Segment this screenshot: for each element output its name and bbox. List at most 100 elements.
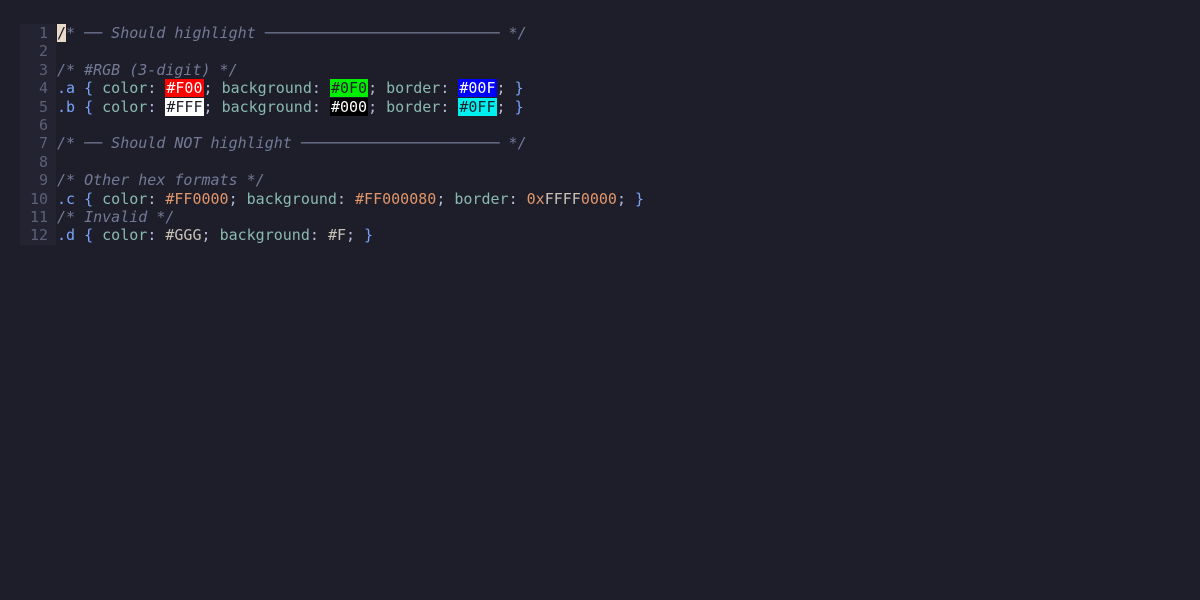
code-line[interactable]: 5 .b { color: #FFF; background: #000; bor… — [20, 97, 644, 116]
comment-token: /* #RGB (3-digit) */ — [57, 60, 238, 79]
color-swatch-highlight: #000 — [329, 97, 369, 116]
code-line[interactable]: 8 — [20, 153, 644, 171]
comment-token: * ── Should highlight ──────────────────… — [66, 24, 527, 42]
code-token: .a — [57, 79, 76, 98]
code-token: : — [440, 79, 459, 98]
code-line[interactable]: 6 — [20, 116, 644, 134]
code-token: color — [93, 97, 148, 116]
line-number: 4 — [38, 79, 48, 98]
line-number: 8 — [38, 152, 48, 171]
code-line[interactable]: 12 .d { color: #GGG; background: #F; } — [20, 226, 644, 244]
code-token: color — [93, 226, 148, 245]
code-token: } — [514, 97, 524, 116]
code-token: { — [84, 79, 94, 98]
code-text: /* #RGB (3-digit) */ — [57, 61, 238, 79]
code-text: /* Other hex formats */ — [57, 171, 265, 189]
code-token: : — [311, 79, 330, 98]
code-token: color — [93, 189, 148, 208]
code-line[interactable]: 2 — [20, 42, 644, 60]
line-number: 9 — [38, 171, 48, 190]
code-token: : — [336, 189, 356, 208]
code-token: } — [514, 79, 524, 98]
code-line[interactable]: 1 /* ── Should highlight ────────────────… — [20, 24, 644, 42]
line-number: 10 — [29, 189, 48, 208]
code-token: ; — [368, 97, 387, 116]
code-text: .b { color: #FFF; background: #000; bord… — [57, 97, 524, 116]
code-token: background — [221, 79, 312, 98]
color-swatch-highlight: #0FF — [458, 97, 497, 116]
code-lines[interactable]: 1 /* ── Should highlight ────────────────… — [20, 24, 644, 245]
comment-token: /* Invalid */ — [57, 207, 175, 226]
code-editor[interactable]: 1 /* ── Should highlight ────────────────… — [20, 24, 1200, 577]
code-token: #FF0000 — [165, 189, 229, 208]
code-token: ; — [496, 79, 515, 98]
code-token: border — [386, 79, 441, 98]
code-token: ; — [203, 97, 222, 116]
code-token: ; — [228, 189, 247, 208]
code-token: : — [440, 97, 459, 116]
code-text: /* ── Should NOT highlight ─────────────… — [57, 134, 527, 152]
code-text: /* ── Should highlight ─────────────────… — [57, 24, 527, 42]
code-token: ; — [346, 226, 365, 245]
line-number: 2 — [38, 42, 48, 61]
code-token: ; — [436, 189, 455, 208]
code-line[interactable]: 7 /* ── Should NOT highlight ────────────… — [20, 134, 644, 152]
code-text: /* Invalid */ — [57, 208, 174, 226]
color-swatch-highlight: #0F0 — [329, 79, 369, 98]
code-token: : — [309, 226, 328, 245]
code-token: border — [386, 97, 441, 116]
comment-token: /* Other hex formats */ — [57, 171, 265, 190]
code-token: : — [311, 97, 330, 116]
code-line[interactable]: 9 /* Other hex formats */ — [20, 171, 644, 189]
code-token: ; — [201, 226, 220, 245]
code-token: { — [84, 189, 94, 208]
line-number: 11 — [29, 207, 48, 226]
code-token: : — [147, 97, 166, 116]
code-line[interactable]: 11 /* Invalid */ — [20, 208, 644, 226]
code-text: .d { color: #GGG; background: #F; } — [57, 226, 373, 244]
code-line[interactable]: 4 .a { color: #F00; background: #0F0; bor… — [20, 79, 644, 98]
color-swatch-highlight: #FFF — [165, 97, 204, 116]
code-line[interactable]: 3 /* #RGB (3-digit) */ — [20, 61, 644, 79]
code-token: : — [147, 226, 166, 245]
code-token: { — [84, 97, 94, 116]
code-text: .a { color: #F00; background: #0F0; bord… — [57, 79, 524, 98]
code-token: ; — [496, 97, 515, 116]
code-token: ; — [616, 189, 635, 208]
code-token: .b — [57, 97, 76, 116]
line-number: 7 — [38, 134, 48, 153]
code-token: #FF000080 — [355, 189, 437, 208]
code-token: : — [508, 189, 527, 208]
comment-token: /* ── Should NOT highlight ─────────────… — [57, 134, 527, 153]
code-token: 0000 — [580, 189, 617, 208]
line-number: 1 — [38, 24, 48, 42]
line-number: 3 — [38, 60, 48, 79]
code-token: .c — [57, 189, 76, 208]
code-token: #GGG — [165, 226, 202, 245]
code-token: { — [84, 226, 94, 245]
line-number: 5 — [38, 97, 48, 116]
code-token: } — [364, 226, 374, 245]
code-line[interactable]: 10 .c { color: #FF0000; background: #FF00… — [20, 190, 644, 208]
color-swatch-highlight: #F00 — [165, 79, 204, 98]
code-token: : — [147, 79, 166, 98]
code-token: FFFF — [544, 189, 581, 208]
code-token: ; — [368, 79, 387, 98]
code-text: .c { color: #FF0000; background: #FF0000… — [57, 190, 644, 208]
code-token: background — [219, 226, 310, 245]
code-token: ; — [203, 79, 222, 98]
code-token: background — [246, 189, 337, 208]
text-cursor: / — [57, 24, 67, 42]
code-token: : — [147, 189, 166, 208]
code-token: #F — [327, 226, 346, 245]
code-token: color — [93, 79, 148, 98]
line-number: 6 — [38, 115, 48, 134]
code-token: 0x — [526, 189, 545, 208]
code-token: } — [635, 189, 645, 208]
code-token: background — [221, 97, 312, 116]
code-token: .d — [57, 226, 76, 245]
color-swatch-highlight: #00F — [458, 79, 497, 98]
